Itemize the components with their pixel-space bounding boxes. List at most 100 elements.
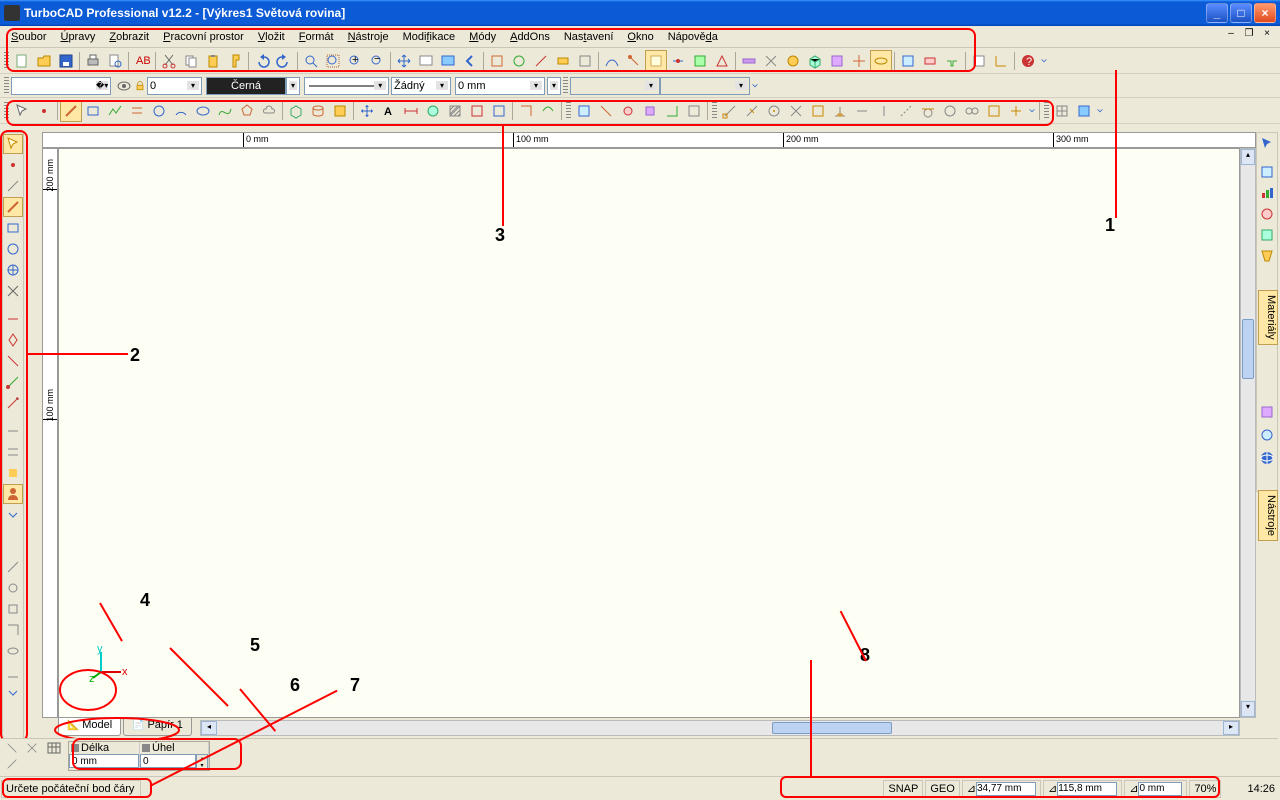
select-tool-icon[interactable] (3, 134, 23, 154)
tool-icon[interactable] (623, 50, 645, 72)
tool-icon[interactable] (870, 50, 892, 72)
menu-modifikace[interactable]: Modifikace (396, 29, 463, 45)
color-dd[interactable]: ▾ (286, 77, 300, 95)
tool-icon[interactable] (3, 421, 23, 441)
snap-icon[interactable] (807, 100, 829, 122)
print-button[interactable] (82, 50, 104, 72)
layer-combo[interactable]: �▾ (11, 77, 111, 95)
circle-tool-icon[interactable] (148, 100, 170, 122)
copy-button[interactable] (180, 50, 202, 72)
tool-icon[interactable] (3, 620, 23, 640)
scroll-up-button[interactable]: ▴ (1241, 149, 1255, 165)
lineweight-dd[interactable]: ▾ (547, 77, 561, 95)
select-tool-icon[interactable] (11, 100, 33, 122)
redo-button[interactable] (273, 50, 295, 72)
zoom-level[interactable]: 70% (1189, 780, 1221, 798)
inspector-icon[interactable] (4, 757, 20, 771)
toolbar-grip[interactable] (4, 77, 9, 95)
tool-icon[interactable] (3, 260, 23, 280)
maximize-button[interactable]: □ (1230, 3, 1252, 23)
snap-icon[interactable] (895, 100, 917, 122)
drawing-canvas[interactable]: x y z (58, 148, 1240, 718)
tool-icon[interactable] (919, 50, 941, 72)
tab-paper[interactable]: 📄 Papír 1 (123, 718, 192, 736)
grid-icon[interactable] (1051, 100, 1073, 122)
lock-icon[interactable] (71, 744, 79, 752)
3d-primitive-icon[interactable] (307, 100, 329, 122)
inspector-icon[interactable] (24, 741, 40, 755)
tool-icon[interactable] (3, 330, 23, 350)
cloud-tool-icon[interactable] (258, 100, 280, 122)
minimize-button[interactable]: _ (1206, 3, 1228, 23)
spinner-up[interactable]: ▴ (197, 755, 207, 762)
tool-icon[interactable] (667, 50, 689, 72)
open-button[interactable] (33, 50, 55, 72)
tool-icon[interactable] (738, 50, 760, 72)
linetype-combo[interactable]: ▾ (304, 77, 389, 95)
scroll-down-button[interactable]: ▾ (1241, 701, 1255, 717)
tool-icon[interactable] (782, 50, 804, 72)
tool-active-icon[interactable] (645, 50, 667, 72)
tool-icon[interactable] (3, 351, 23, 371)
mdi-minimize[interactable]: – (1224, 28, 1238, 42)
spline-tool-icon[interactable] (214, 100, 236, 122)
snap-icon[interactable] (873, 100, 895, 122)
previous-view-button[interactable] (459, 50, 481, 72)
tool-icon[interactable] (760, 50, 782, 72)
dropdown-arrow-icon[interactable] (1095, 100, 1105, 122)
chart-icon[interactable] (1257, 183, 1277, 203)
print-preview-button[interactable] (104, 50, 126, 72)
tool-icon[interactable] (826, 50, 848, 72)
select-arrow-icon[interactable] (1257, 134, 1277, 154)
layer-name-combo[interactable]: 0▾ (147, 77, 202, 95)
tool-icon[interactable] (422, 100, 444, 122)
person-tool-icon[interactable] (3, 484, 23, 504)
tool-icon[interactable] (3, 641, 23, 661)
style-combo-2[interactable]: ▾ (660, 77, 750, 95)
toolbar-grip[interactable] (4, 102, 9, 120)
ellipse-tool-icon[interactable] (192, 100, 214, 122)
move-tool-icon[interactable] (356, 100, 378, 122)
tools-panel-tab[interactable]: Nástroje (1258, 490, 1278, 541)
snap-midpoint-icon[interactable] (741, 100, 763, 122)
tool-icon[interactable] (3, 309, 23, 329)
tool-icon[interactable] (3, 176, 23, 196)
visibility-icon[interactable] (115, 75, 133, 97)
undo-button[interactable] (251, 50, 273, 72)
arc-tool-icon[interactable] (170, 100, 192, 122)
dimension-tool-icon[interactable] (400, 100, 422, 122)
tool-icon[interactable] (466, 100, 488, 122)
scroll-thumb[interactable] (772, 722, 892, 734)
menu-format[interactable]: Formát (292, 29, 341, 45)
tool-icon[interactable] (1257, 246, 1277, 266)
3d-box-icon[interactable] (804, 50, 826, 72)
inspector-icon[interactable] (4, 741, 20, 755)
pan-button[interactable] (393, 50, 415, 72)
menu-nastroje[interactable]: Nástroje (341, 29, 396, 45)
tool-icon[interactable] (897, 50, 919, 72)
tool-icon[interactable] (530, 50, 552, 72)
circle-tool-icon[interactable] (3, 239, 23, 259)
menu-zobrazit[interactable]: Zobrazit (102, 29, 156, 45)
double-line-tool-icon[interactable] (126, 100, 148, 122)
tool-icon[interactable] (689, 50, 711, 72)
horizontal-scrollbar[interactable]: ◂ ▸ (200, 720, 1240, 736)
named-view-button[interactable] (415, 50, 437, 72)
globe-icon[interactable] (1256, 447, 1278, 469)
snap-icon[interactable] (961, 100, 983, 122)
tool-icon[interactable] (515, 100, 537, 122)
dropdown-arrow-icon[interactable] (750, 75, 760, 97)
tool-icon[interactable] (3, 463, 23, 483)
zoom-out-button[interactable]: − (366, 50, 388, 72)
zoom-in-button[interactable]: + (344, 50, 366, 72)
polygon-tool-icon[interactable] (236, 100, 258, 122)
spell-button[interactable]: ABC (131, 50, 153, 72)
help-button[interactable]: ? (1017, 50, 1039, 72)
tool-icon[interactable] (661, 100, 683, 122)
tool-icon[interactable] (1256, 401, 1278, 423)
tool-icon[interactable] (941, 50, 963, 72)
tool-icon[interactable] (3, 578, 23, 598)
tool-icon[interactable] (488, 100, 510, 122)
zoom-extents-button[interactable] (322, 50, 344, 72)
tool-icon[interactable] (601, 50, 623, 72)
